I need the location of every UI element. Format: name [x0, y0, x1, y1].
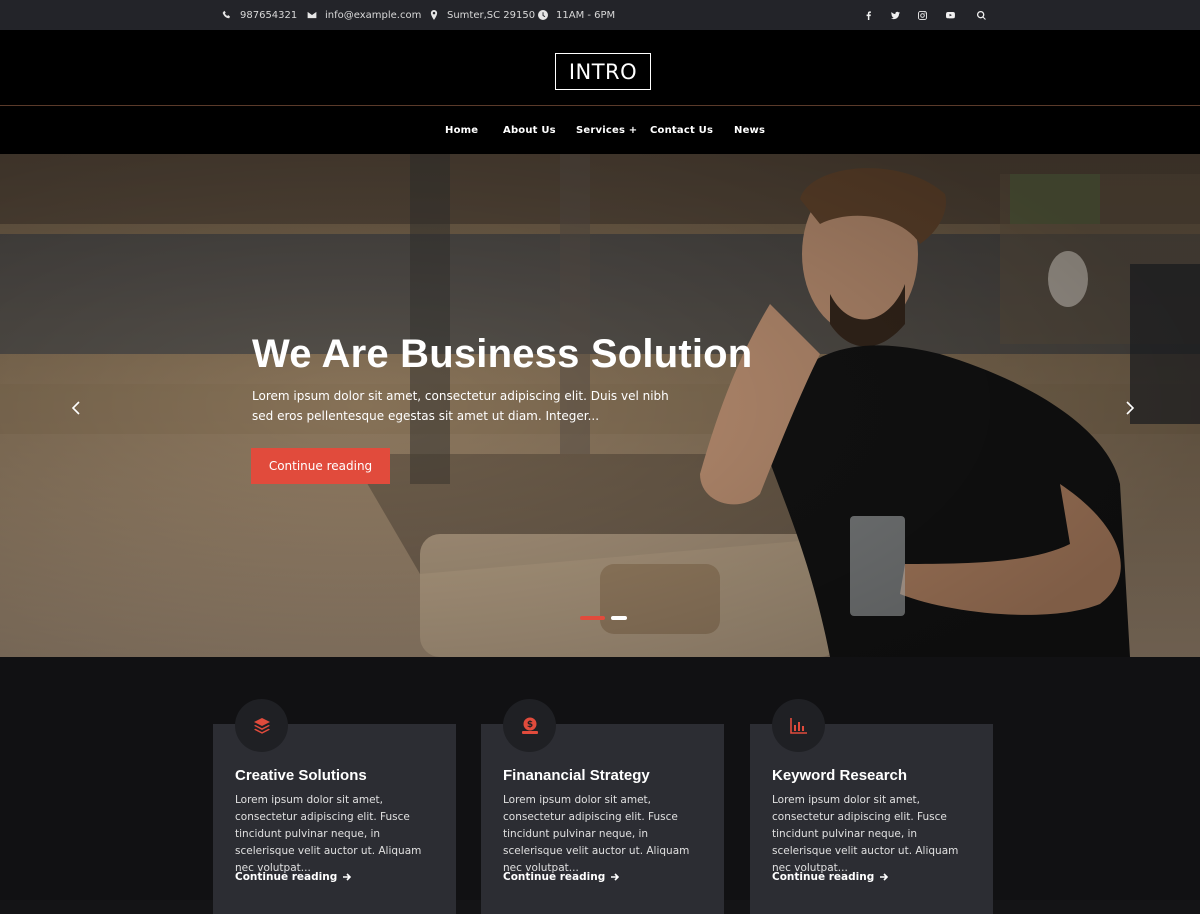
twitter-icon[interactable]	[885, 0, 905, 30]
feature-link-label: Continue reading	[235, 871, 338, 883]
slider-dot[interactable]	[611, 616, 627, 620]
topbar-hours: 11AM - 6PM	[538, 0, 615, 30]
feature-text: Lorem ipsum dolor sit amet, consectetur …	[503, 794, 690, 874]
feature-continue-reading-link[interactable]: Continue reading	[235, 871, 352, 883]
nav-item-home[interactable]: Home	[445, 106, 478, 154]
instagram-icon[interactable]	[912, 0, 932, 30]
youtube-icon[interactable]	[940, 0, 960, 30]
arrow-right-icon	[611, 873, 620, 881]
topbar-address-text: Sumter,SC 29150	[447, 9, 536, 21]
site-logo[interactable]: INTRO	[555, 53, 651, 90]
feature-continue-reading-link[interactable]: Continue reading	[772, 871, 889, 883]
feature-title: Creative Solutions	[235, 767, 367, 784]
money-hand-icon: $	[503, 699, 556, 752]
slider-next-arrow-icon[interactable]	[1122, 398, 1138, 418]
slider-dot-active[interactable]	[580, 616, 605, 620]
topbar-address: Sumter,SC 29150	[429, 0, 535, 30]
hero-slider: We Are Business Solution Lorem ipsum dol…	[0, 154, 1200, 657]
layers-icon	[235, 699, 288, 752]
feature-card: $ Finanancial Strategy Lorem ipsum dolor…	[481, 699, 724, 914]
site-header: INTRO Home About Us Services + Contact U…	[0, 30, 1200, 154]
feature-text: Lorem ipsum dolor sit amet, consectetur …	[772, 794, 959, 874]
envelope-icon	[307, 10, 317, 20]
feature-text: Lorem ipsum dolor sit amet, consectetur …	[235, 794, 422, 874]
facebook-icon[interactable]	[858, 0, 878, 30]
feature-card: Creative Solutions Lorem ipsum dolor sit…	[213, 699, 456, 914]
topbar-phone[interactable]: 987654321	[222, 0, 297, 30]
topbar-hours-text: 11AM - 6PM	[556, 9, 616, 21]
svg-text:$: $	[526, 720, 532, 730]
hero-description: Lorem ipsum dolor sit amet, consectetur …	[252, 389, 669, 423]
arrow-right-icon	[880, 873, 889, 881]
nav-item-about-us[interactable]: About Us	[503, 106, 556, 154]
nav-item-services[interactable]: Services +	[576, 106, 637, 154]
nav-item-news[interactable]: News	[734, 106, 765, 154]
nav-item-contact-us[interactable]: Contact Us	[650, 106, 713, 154]
search-icon[interactable]	[971, 0, 991, 30]
features-section: Creative Solutions Lorem ipsum dolor sit…	[0, 657, 1200, 914]
phone-icon	[222, 10, 232, 20]
clock-icon	[538, 10, 548, 20]
topbar-phone-text: 987654321	[240, 9, 298, 21]
feature-title: Finanancial Strategy	[503, 767, 650, 784]
topbar-email-text: info@example.com	[325, 9, 422, 21]
topbar-email[interactable]: info@example.com	[307, 0, 421, 30]
feature-continue-reading-link[interactable]: Continue reading	[503, 871, 620, 883]
feature-title: Keyword Research	[772, 767, 908, 784]
feature-link-label: Continue reading	[772, 871, 875, 883]
arrow-right-icon	[343, 873, 352, 881]
hero-continue-reading-button[interactable]: Continue reading	[251, 448, 390, 484]
feature-link-label: Continue reading	[503, 871, 606, 883]
feature-card: Keyword Research Lorem ipsum dolor sit a…	[750, 699, 993, 914]
map-marker-icon	[429, 10, 439, 20]
main-nav: Home About Us Services + Contact Us News	[0, 106, 1200, 154]
bar-chart-icon	[772, 699, 825, 752]
slider-prev-arrow-icon[interactable]	[68, 398, 84, 418]
top-bar: 987654321 info@example.com Sumter,SC 291…	[0, 0, 1200, 30]
hero-title: We Are Business Solution	[252, 332, 753, 376]
